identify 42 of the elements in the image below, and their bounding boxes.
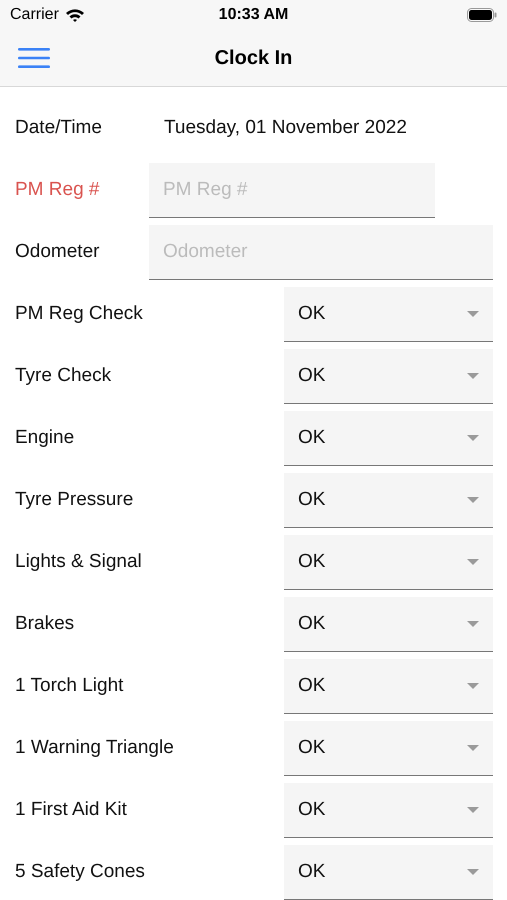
field-label: Brakes [15, 613, 76, 635]
input-field[interactable]: Odometer [149, 224, 493, 280]
field-label: Lights & Signal [15, 551, 143, 573]
dropdown-field[interactable]: OK [284, 472, 493, 528]
dropdown-field[interactable]: OK [284, 410, 493, 466]
field-label: Odometer [15, 241, 100, 263]
caret-icon [467, 496, 479, 502]
caret-icon [467, 434, 479, 440]
caret-icon [467, 558, 479, 564]
caret-icon [467, 310, 479, 316]
field-label: PM Reg Check [15, 303, 144, 325]
menu-icon [18, 48, 50, 68]
caret-icon [467, 806, 479, 812]
field-label: Date/Time [15, 117, 103, 139]
caret-icon [467, 744, 479, 750]
carrier-label: Carrier [10, 6, 59, 24]
dropdown-field[interactable]: OK [284, 720, 493, 776]
field-label: Tyre Check [15, 365, 112, 387]
battery-icon [467, 8, 497, 22]
field-label: 1 Torch Light [15, 675, 124, 697]
field-label: 1 First Aid Kit [15, 799, 128, 821]
dropdown-field[interactable]: OK [284, 844, 493, 900]
dropdown-field[interactable]: OK [284, 286, 493, 342]
wifi-icon [64, 8, 85, 22]
dropdown-field[interactable]: OK [284, 782, 493, 838]
input-field[interactable]: PM Reg # [149, 162, 435, 218]
field-label: PM Reg # [15, 179, 100, 201]
caret-icon [467, 682, 479, 688]
caret-icon [467, 372, 479, 378]
caret-icon [467, 620, 479, 626]
dropdown-field[interactable]: OK [284, 596, 493, 652]
status-time: 10:33 AM [218, 6, 288, 24]
field-label: Engine [15, 427, 76, 449]
dropdown-field[interactable]: OK [284, 658, 493, 714]
dropdown-field[interactable]: OK [284, 534, 493, 590]
field-label: Tyre Pressure [15, 489, 134, 511]
caret-icon [467, 868, 479, 874]
dropdown-field[interactable]: OK [284, 348, 493, 404]
date-time-value: Tuesday, 01 November 2022 [164, 117, 407, 139]
screen-title: Clock In [214, 46, 292, 70]
field-label: 5 Safety Cones [15, 861, 146, 883]
field-label: 1 Warning Triangle [15, 737, 174, 759]
